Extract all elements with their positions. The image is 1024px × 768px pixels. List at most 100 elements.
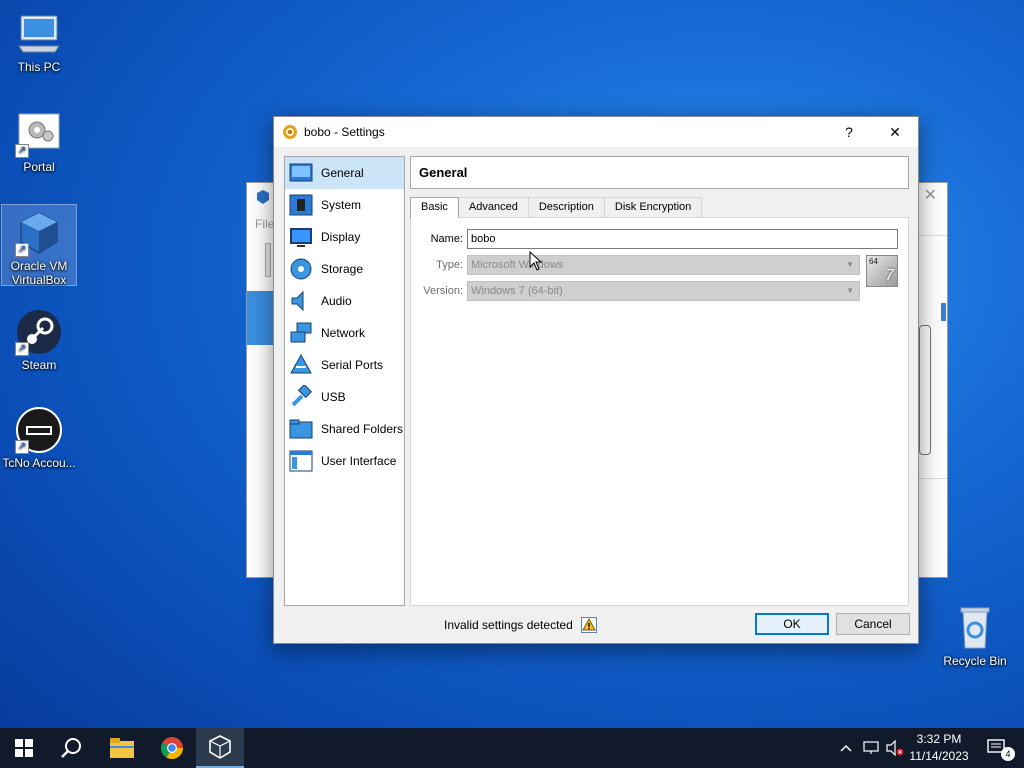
virtualbox-icon: [208, 735, 232, 759]
sidebar-item-label: Serial Ports: [321, 358, 384, 372]
search-button[interactable]: [48, 728, 96, 768]
type-select[interactable]: Microsoft Windows ▼: [467, 255, 860, 275]
virtualbox-small-icon: [257, 190, 269, 204]
manager-menu-file[interactable]: File: [255, 217, 274, 231]
desktop-icon-label: Oracle VM VirtualBox: [10, 259, 68, 287]
audio-icon: [291, 290, 304, 312]
sidebar-item-network[interactable]: Network: [285, 317, 404, 349]
sidebar-item-serial-ports[interactable]: Serial Ports: [285, 349, 404, 381]
sidebar-item-label: General: [321, 166, 364, 180]
warning-icon[interactable]: [580, 617, 597, 633]
portal-icon: ↗: [15, 110, 63, 158]
ok-button[interactable]: OK: [755, 613, 829, 635]
manager-close-icon[interactable]: ✕: [924, 185, 937, 205]
shortcut-arrow-icon: ↗: [15, 440, 29, 454]
version-select[interactable]: Windows 7 (64-bit) ▼: [467, 281, 860, 301]
validation-status-text: Invalid settings detected: [444, 618, 573, 632]
validation-status: Invalid settings detected: [444, 617, 597, 633]
display-icon: [290, 228, 312, 247]
shortcut-arrow-icon: ↗: [15, 144, 29, 158]
desktop-icon-label: Steam: [21, 358, 57, 372]
sidebar-item-general[interactable]: General: [285, 157, 404, 189]
version-label: Version:: [423, 285, 463, 297]
desktop-icon-this-pc[interactable]: This PC: [1, 6, 77, 74]
manager-divider: [917, 478, 947, 479]
taskbar-file-explorer[interactable]: [98, 728, 146, 768]
sidebar-item-storage[interactable]: Storage: [285, 253, 404, 285]
network-tray-button[interactable]: [860, 728, 882, 768]
sidebar-item-label: Shared Folders: [321, 422, 404, 436]
close-button[interactable]: ✕: [872, 117, 918, 147]
usb-icon: [291, 385, 313, 407]
folder-icon: [110, 738, 134, 758]
sidebar-item-label: Storage: [321, 262, 364, 276]
settings-sidebar: General System Display Storage Audio Net…: [284, 156, 405, 606]
desktop-icon-label: Recycle Bin: [943, 654, 1007, 668]
tab-panel-basic: Name: Type: Microsoft Windows ▼ Version:…: [410, 217, 909, 606]
version-select-value: Windows 7 (64-bit): [471, 285, 563, 297]
sidebar-item-system[interactable]: System: [285, 189, 404, 221]
desktop-icon-tcno[interactable]: ↗ TcNo Accou...: [1, 402, 77, 470]
sidebar-item-shared-folders[interactable]: Shared Folders: [285, 413, 404, 445]
desktop-icon-virtualbox[interactable]: ↗ Oracle VM VirtualBox: [1, 204, 77, 287]
help-button[interactable]: ?: [826, 117, 872, 147]
manager-preview-frame: [919, 325, 931, 455]
tab-basic[interactable]: Basic: [410, 197, 459, 218]
desktop-icon-label: This PC: [17, 60, 61, 74]
chevron-down-icon: ▼: [846, 260, 854, 269]
system-icon: [289, 194, 313, 216]
os-badge-version: 7: [885, 267, 894, 284]
tab-bar: Basic Advanced Description Disk Encrypti…: [410, 197, 703, 218]
shortcut-arrow-icon: ↗: [15, 342, 29, 356]
tab-advanced[interactable]: Advanced: [457, 197, 529, 217]
chevron-up-icon: [840, 744, 852, 752]
sidebar-item-display[interactable]: Display: [285, 221, 404, 253]
volume-muted-icon: [886, 740, 904, 756]
shared-folders-icon: [289, 419, 313, 439]
sidebar-item-usb[interactable]: USB: [285, 381, 404, 413]
manager-tool-icon: [265, 243, 271, 277]
settings-dialog[interactable]: bobo - Settings ? ✕ General System Displ…: [273, 116, 919, 644]
sidebar-item-audio[interactable]: Audio: [285, 285, 404, 317]
cancel-button[interactable]: Cancel: [836, 613, 910, 635]
mouse-cursor-icon: [529, 251, 543, 271]
desktop-icon-label: Portal: [23, 160, 55, 174]
clock-time[interactable]: 3:32 PM: [906, 732, 972, 746]
clock-date[interactable]: 11/14/2023: [906, 749, 972, 763]
tab-description[interactable]: Description: [527, 197, 605, 217]
taskbar-virtualbox[interactable]: [196, 728, 244, 768]
computer-icon: [15, 10, 63, 58]
os-type-icon: 64 7: [866, 255, 898, 287]
sidebar-item-user-interface[interactable]: User Interface: [285, 445, 404, 477]
desktop-icon-steam[interactable]: ↗ Steam: [1, 304, 77, 372]
desktop-icon-portal[interactable]: ↗ Portal: [1, 106, 77, 174]
tab-disk-encryption[interactable]: Disk Encryption: [603, 197, 703, 217]
taskbar-chrome[interactable]: [148, 728, 196, 768]
gear-icon: [283, 125, 297, 139]
dialog-title: bobo - Settings: [304, 125, 385, 139]
sidebar-item-label: Audio: [321, 294, 352, 308]
general-icon: [289, 163, 313, 182]
sidebar-item-label: Display: [321, 230, 361, 244]
show-hidden-icons-button[interactable]: [836, 728, 856, 768]
start-button[interactable]: [0, 728, 48, 768]
virtualbox-icon: ↗: [15, 209, 63, 257]
sidebar-item-label: User Interface: [321, 454, 397, 468]
steam-icon: ↗: [15, 308, 63, 356]
user-interface-icon: [289, 450, 313, 472]
desktop-icon-label: TcNo Accou...: [2, 456, 76, 470]
name-label: Name:: [430, 233, 463, 245]
name-field[interactable]: [467, 229, 898, 249]
manager-scrollbar[interactable]: [941, 303, 946, 321]
recycle-bin-icon: [951, 604, 999, 652]
serial-ports-icon: [290, 353, 312, 374]
desktop-icon-recycle-bin[interactable]: Recycle Bin: [937, 600, 1013, 668]
network-status-icon: [863, 741, 879, 754]
type-select-value: Microsoft Windows: [471, 259, 564, 271]
search-icon: [61, 738, 81, 758]
dialog-titlebar[interactable]: bobo - Settings ? ✕: [274, 117, 918, 147]
volume-tray-button[interactable]: [884, 728, 906, 768]
notification-center-button[interactable]: 4: [978, 728, 1018, 768]
sidebar-item-label: System: [321, 198, 362, 212]
tcno-icon: ↗: [15, 406, 63, 454]
